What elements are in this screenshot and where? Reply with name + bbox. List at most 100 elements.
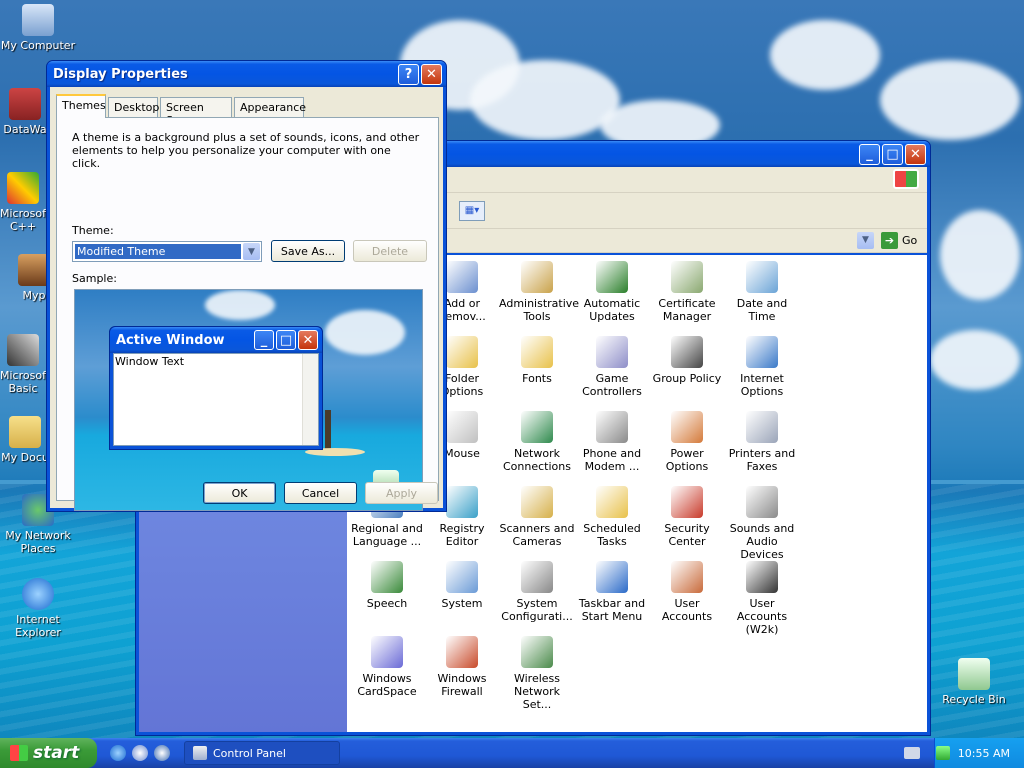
tab-desktop[interactable]: Desktop: [108, 97, 159, 117]
clock[interactable]: 10:55 AM: [958, 747, 1010, 760]
control-panel-item-label: Taskbar and Start Menu: [578, 597, 646, 623]
control-panel-item-icon: [446, 561, 478, 593]
windows-logo-icon: [893, 169, 919, 189]
minimize-icon: _: [254, 330, 274, 350]
sample-window-body: Window Text: [113, 353, 319, 446]
help-button[interactable]: ?: [398, 63, 419, 85]
go-arrow-icon: ➔: [881, 232, 898, 249]
theme-select[interactable]: Modified Theme ▼: [72, 241, 262, 262]
desktop-icon-visual-basic[interactable]: Microsoft Basic: [0, 334, 50, 395]
control-panel-item[interactable]: Scanners and Cameras: [499, 486, 575, 548]
desktop-icon-label: Microsoft C++: [0, 207, 51, 233]
chevron-down-icon[interactable]: ▼: [243, 243, 260, 260]
control-panel-item[interactable]: Phone and Modem ...: [574, 411, 650, 473]
desktop-icon-label: My Docu: [1, 451, 49, 464]
minimize-button[interactable]: _: [859, 143, 880, 165]
close-button[interactable]: ✕: [905, 143, 926, 165]
control-panel-icon: [193, 746, 207, 760]
cancel-button[interactable]: Cancel: [284, 482, 357, 504]
control-panel-item-icon: [671, 486, 703, 518]
themes-panel: A theme is a background plus a set of so…: [56, 117, 439, 511]
sample-cloud: [205, 290, 275, 320]
desktop-icon-my-documents[interactable]: My Docu: [0, 416, 50, 464]
control-panel-item-label: Mouse: [444, 447, 480, 460]
control-panel-item[interactable]: User Accounts (W2k): [724, 561, 800, 636]
control-panel-item-icon: [671, 561, 703, 593]
control-panel-item[interactable]: Administrative Tools: [499, 261, 579, 323]
control-panel-item[interactable]: Security Center: [649, 486, 725, 548]
control-panel-item-icon: [521, 261, 553, 293]
desktop-icon-my-computer[interactable]: My Computer: [0, 4, 76, 52]
address-dropdown-icon[interactable]: ▼: [857, 232, 874, 249]
control-panel-item[interactable]: Game Controllers: [574, 336, 650, 398]
datawatch-icon: [9, 88, 41, 120]
recycle-bin-icon: [958, 658, 990, 690]
keyboard-icon[interactable]: [904, 747, 920, 759]
display-properties-titlebar[interactable]: Display Properties ? ✕: [47, 61, 446, 87]
computer-icon: [22, 4, 54, 36]
save-as-button[interactable]: Save As...: [271, 240, 345, 262]
control-panel-item[interactable]: Fonts: [499, 336, 575, 385]
maximize-button[interactable]: □: [882, 143, 903, 165]
control-panel-item[interactable]: Taskbar and Start Menu: [574, 561, 650, 623]
sample-window-text: Window Text: [115, 355, 185, 368]
taskbar-button-control-panel[interactable]: Control Panel: [184, 741, 340, 765]
control-panel-item[interactable]: Printers and Faxes: [724, 411, 800, 473]
internet-explorer-icon[interactable]: [110, 745, 126, 761]
windows-flag-icon: [10, 745, 28, 761]
dialog-body: Themes Desktop Screen Saver Appearance A…: [50, 87, 443, 511]
control-panel-item[interactable]: Wireless Network Set...: [499, 636, 575, 711]
tab-themes[interactable]: Themes: [56, 94, 106, 118]
desktop-icon-visual-cpp[interactable]: Microsoft C++: [0, 172, 50, 233]
control-panel-item[interactable]: Sounds and Audio Devices: [724, 486, 800, 561]
control-panel-item-icon: [596, 411, 628, 443]
control-panel-item[interactable]: User Accounts: [649, 561, 725, 623]
control-panel-item[interactable]: System: [424, 561, 500, 610]
control-panel-item[interactable]: Network Connections: [499, 411, 575, 473]
views-icon[interactable]: ▦▾: [459, 201, 485, 221]
tab-screen-saver[interactable]: Screen Saver: [160, 97, 232, 127]
control-panel-item-icon: [746, 561, 778, 593]
control-panel-item-icon: [596, 261, 628, 293]
control-panel-item[interactable]: Date and Time: [724, 261, 800, 323]
desktop-icon-datawatch[interactable]: DataWa: [0, 88, 50, 136]
control-panel-item[interactable]: Speech: [349, 561, 425, 610]
desktop-icon-recycle-bin[interactable]: Recycle Bin: [936, 658, 1012, 706]
control-panel-item[interactable]: Windows CardSpace: [349, 636, 425, 698]
show-desktop-icon[interactable]: [154, 745, 170, 761]
palm-tree-icon: [325, 410, 331, 450]
theme-select-value: Modified Theme: [75, 244, 241, 259]
network-tray-icon[interactable]: [935, 746, 950, 760]
control-panel-item-label: Windows CardSpace: [357, 672, 417, 698]
control-panel-item-label: Network Connections: [503, 447, 571, 473]
control-panel-item-icon: [596, 336, 628, 368]
control-panel-item[interactable]: Internet Options: [724, 336, 800, 398]
tab-appearance[interactable]: Appearance: [234, 97, 306, 117]
close-button[interactable]: ✕: [421, 63, 442, 85]
theme-label: Theme:: [72, 224, 114, 237]
ok-button[interactable]: OK: [203, 482, 276, 504]
media-player-icon[interactable]: [132, 745, 148, 761]
apply-button[interactable]: Apply: [365, 482, 438, 504]
control-panel-item-icon: [446, 636, 478, 668]
visual-basic-icon: [7, 334, 39, 366]
desktop-icon-label: Microsoft Basic: [0, 369, 51, 395]
control-panel-item[interactable]: Power Options: [649, 411, 725, 473]
delete-button[interactable]: Delete: [353, 240, 427, 262]
control-panel-item[interactable]: Scheduled Tasks: [574, 486, 650, 548]
start-button[interactable]: start: [0, 738, 97, 768]
display-properties-window: Display Properties ? ✕ Themes Desktop Sc…: [46, 60, 447, 512]
desktop-icon-internet-explorer[interactable]: Internet Explorer: [0, 578, 76, 639]
theme-sample-preview: Active Window _ □ ✕ Window Text: [74, 289, 423, 511]
control-panel-item-label: Registry Editor: [439, 522, 485, 548]
control-panel-item[interactable]: Group Policy: [649, 336, 725, 385]
go-button[interactable]: ➔ Go: [881, 231, 917, 250]
control-panel-item-icon: [446, 486, 478, 518]
control-panel-item[interactable]: Automatic Updates: [574, 261, 650, 323]
control-panel-item[interactable]: Certificate Manager: [649, 261, 725, 323]
control-panel-item[interactable]: Windows Firewall: [424, 636, 500, 698]
desktop-icon-label: Internet Explorer: [15, 613, 61, 639]
control-panel-item-icon: [671, 261, 703, 293]
control-panel-item-icon: [521, 411, 553, 443]
control-panel-item[interactable]: System Configurati...: [499, 561, 575, 623]
